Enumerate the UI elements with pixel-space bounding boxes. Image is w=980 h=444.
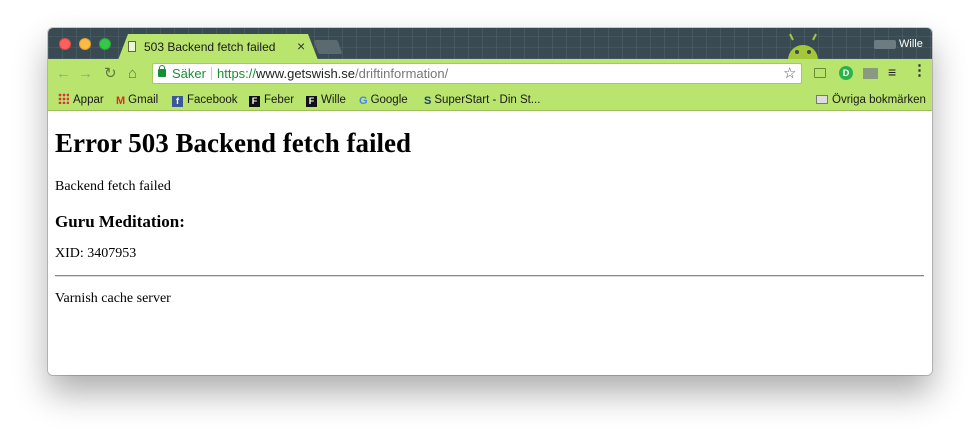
other-bookmarks-label: Övriga bokmärken: [832, 94, 926, 106]
url-text[interactable]: https://www.getswish.se/driftinformation…: [217, 66, 448, 81]
server-footer: Varnish cache server: [55, 291, 171, 306]
buffer-extension-icon[interactable]: ≡: [888, 65, 896, 79]
close-window-button[interactable]: [59, 38, 71, 50]
bookmark-facebook[interactable]: f Facebook: [172, 93, 238, 107]
bookmark-appar[interactable]: Appar: [58, 93, 104, 107]
facebook-icon: f: [172, 96, 183, 107]
tab-title: 503 Backend fetch failed: [144, 40, 276, 54]
bookmark-feber[interactable]: F Feber: [249, 93, 294, 107]
apps-grid-icon: [58, 93, 69, 104]
menu-icon[interactable]: ⋮: [912, 63, 927, 78]
bookmark-gmail[interactable]: M Gmail: [116, 93, 158, 108]
reload-button[interactable]: ↻: [104, 65, 117, 83]
feber-icon: F: [249, 96, 260, 107]
bookmark-label: Appar: [73, 94, 104, 106]
profile-name[interactable]: Wille: [899, 38, 923, 50]
url-scheme: https://: [217, 66, 257, 81]
xid-text: XID: 3407953: [55, 246, 137, 261]
minimize-window-button[interactable]: [79, 38, 91, 50]
url-host: www.getswish.se: [256, 66, 356, 81]
folder-icon: [816, 95, 828, 104]
feber-icon: F: [306, 96, 317, 107]
bookmark-wille[interactable]: F Wille: [306, 93, 346, 107]
superstart-icon: S: [424, 95, 432, 107]
bookmarks-bar: Appar M Gmail f Facebook F Feber F Wille G Go…: [48, 90, 932, 111]
address-separator: [211, 67, 212, 80]
home-button[interactable]: ⌂: [128, 65, 137, 83]
bookmark-google[interactable]: G Google: [359, 93, 408, 108]
security-label[interactable]: Säker: [172, 66, 206, 81]
error-message: Backend fetch failed: [55, 179, 171, 194]
extension-d-icon[interactable]: D: [839, 66, 853, 80]
other-bookmarks[interactable]: Övriga bokmärken: [816, 93, 926, 107]
bookmark-label: SuperStart - Din St...: [434, 94, 541, 106]
mail-extension-icon[interactable]: [863, 68, 878, 79]
lock-icon: [158, 65, 166, 77]
address-bar[interactable]: Säker https://www.getswish.se/driftinfor…: [152, 63, 802, 84]
bookmark-label: Wille: [321, 94, 346, 106]
back-button[interactable]: ←: [56, 65, 71, 83]
tab-close-icon[interactable]: ×: [297, 38, 305, 54]
guru-meditation-heading: Guru Meditation:: [55, 212, 185, 231]
google-icon: G: [359, 95, 368, 107]
document-icon: [128, 41, 136, 52]
error-heading: Error 503 Backend fetch failed: [55, 128, 411, 158]
bookmark-star-icon[interactable]: ☆: [783, 64, 796, 82]
maximize-window-button[interactable]: [99, 38, 111, 50]
bookmark-label: Facebook: [187, 94, 238, 106]
cast-icon[interactable]: [814, 68, 826, 78]
bookmark-label: Gmail: [128, 94, 159, 106]
url-path: /driftinformation/: [355, 66, 449, 81]
bookmark-label: Feber: [264, 94, 295, 106]
title-bar: 503 Backend fetch failed × Wille: [48, 28, 932, 60]
tab-active[interactable]: 503 Backend fetch failed ×: [118, 34, 318, 60]
browser-window: 503 Backend fetch failed × Wille ← → ↻ ⌂…: [48, 28, 932, 375]
forward-button[interactable]: →: [78, 65, 93, 83]
android-icon: [788, 33, 818, 60]
new-tab-button[interactable]: [313, 40, 343, 54]
profile-icon[interactable]: [874, 40, 896, 49]
gmail-icon: M: [116, 95, 126, 107]
toolbar: ← → ↻ ⌂ Säker https://www.getswish.se/dr…: [48, 59, 932, 90]
bookmark-superstart[interactable]: S SuperStart - Din St...: [424, 93, 540, 108]
page-content: Error 503 Backend fetch failed Backend f…: [48, 111, 932, 375]
divider: [55, 275, 924, 277]
bookmark-label: Google: [370, 94, 408, 106]
